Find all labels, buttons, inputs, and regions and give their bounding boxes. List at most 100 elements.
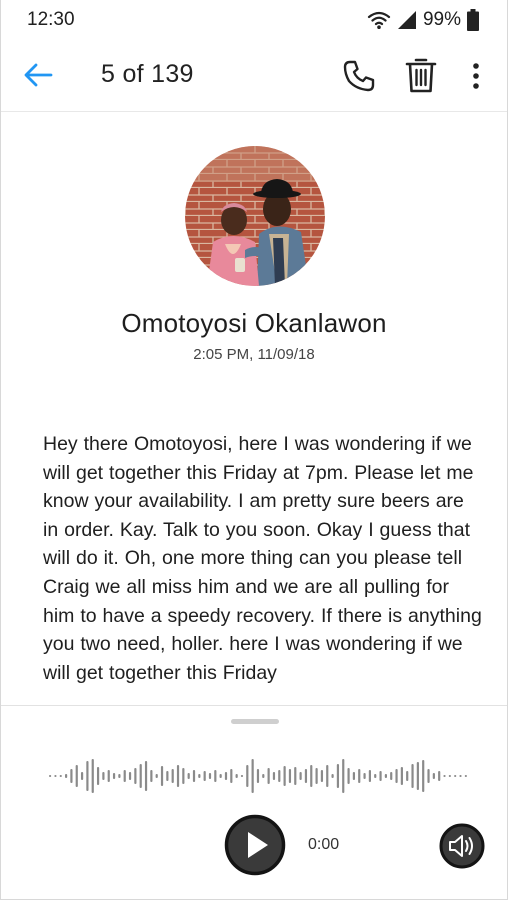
waveform-bar [208,773,212,779]
waveform-bar [384,774,387,778]
waveform-bar [203,771,206,781]
message-counter: 5 of 139 [101,60,194,88]
waveform-bar [214,770,217,782]
waveform-bar [326,765,329,787]
waveform-bar [438,771,441,781]
waveform-bar [278,770,281,782]
waveform-bar [171,769,174,783]
audio-player: 0:00 [1,705,507,899]
waveform-bar [144,761,148,791]
waveform-bar [54,775,57,777]
waveform-bar [246,765,249,787]
delete-button[interactable] [405,56,437,94]
waveform-bar [49,775,52,777]
waveform-bar [240,775,244,777]
waveform-bar [70,769,73,783]
waveform-bar [422,760,425,792]
contact-photo [185,146,325,286]
waveform-bar [96,767,100,785]
waveform-bar [395,769,398,783]
waveform-bar [336,764,340,788]
audio-waveform[interactable] [49,748,471,804]
waveform-bar [416,762,419,790]
waveform-bar [256,769,260,783]
contact-name: Omotoyosi Okanlawon [121,308,387,338]
waveform-bar [91,759,94,793]
waveform-bar [390,772,393,780]
waveform-bar [432,773,435,779]
waveform-bar [230,769,233,783]
waveform-bar [150,770,153,782]
waveform-bar [251,759,254,793]
sheet-drag-handle[interactable] [231,719,279,724]
wifi-icon [367,10,391,30]
play-button[interactable] [224,814,286,876]
waveform-bar [59,775,62,777]
waveform-bar [347,768,350,784]
waveform-bar [272,772,276,780]
status-icons: 99% [367,9,479,31]
waveform-bar [262,774,265,778]
waveform-bar [342,759,345,793]
waveform-bar [363,773,366,779]
waveform-bar [192,770,196,782]
contact-avatar [185,146,325,286]
speaker-icon [439,823,485,869]
waveform-bar [320,770,324,782]
waveform-bar [310,765,313,787]
waveform-bar [139,764,142,788]
voicemail-transcript: Hey there Omotoyosi, here I was wonderin… [43,433,482,684]
waveform-bar [454,775,457,777]
arrow-left-icon [24,63,53,87]
battery-level: 99% [422,9,461,30]
waveform-bar [288,769,292,783]
waveform-bar [155,774,158,778]
waveform-bar [235,774,238,778]
waveform-bar [102,772,105,780]
waveform-bar [464,775,467,777]
waveform-bar [283,766,286,786]
waveform-bar [64,774,68,778]
status-time: 12:30 [27,9,75,30]
waveform-bar [166,771,169,781]
waveform-bar [123,770,126,782]
waveform-bar [176,765,180,787]
app-bar: 5 of 139 [1,40,507,112]
waveform-bar [368,770,371,782]
waveform-bar [315,768,318,784]
waveform-bar [331,774,334,778]
back-button[interactable] [21,60,55,90]
waveform-bar [128,772,132,780]
waveform-bar [374,774,377,778]
status-bar: 12:30 99% [1,0,507,40]
battery-icon [467,9,479,31]
message-timestamp: 2:05 PM, 11/09/18 [193,346,315,363]
waveform-bar [224,772,228,780]
waveform-bar [112,773,116,779]
voicemail-screen: 12:30 99% 5 of 139 Omotoyosi Okanlawon 2… [0,0,508,900]
speaker-button[interactable] [439,823,485,869]
waveform-bar [107,770,110,782]
cell-signal-icon [397,10,417,30]
waveform-bar [134,768,137,784]
waveform-bar [459,775,462,777]
waveform-bar [304,769,308,783]
waveform-bar [352,772,356,780]
phone-icon [343,60,375,92]
play-icon [224,814,286,876]
waveform-bar [448,775,451,777]
waveform-bar [267,768,270,784]
waveform-bar [187,773,190,779]
trash-icon [405,58,437,93]
waveform-bar [406,771,409,781]
call-button[interactable] [341,58,377,94]
waveform-bar [80,772,84,780]
waveform-bar [118,774,121,778]
waveform-bar [219,774,222,778]
waveform-bar [294,767,297,785]
elapsed-time: 0:00 [308,836,340,853]
waveform-bar [160,766,164,786]
waveform-bar [75,765,78,787]
waveform-bar [411,764,414,788]
more-options-button[interactable] [467,58,485,94]
